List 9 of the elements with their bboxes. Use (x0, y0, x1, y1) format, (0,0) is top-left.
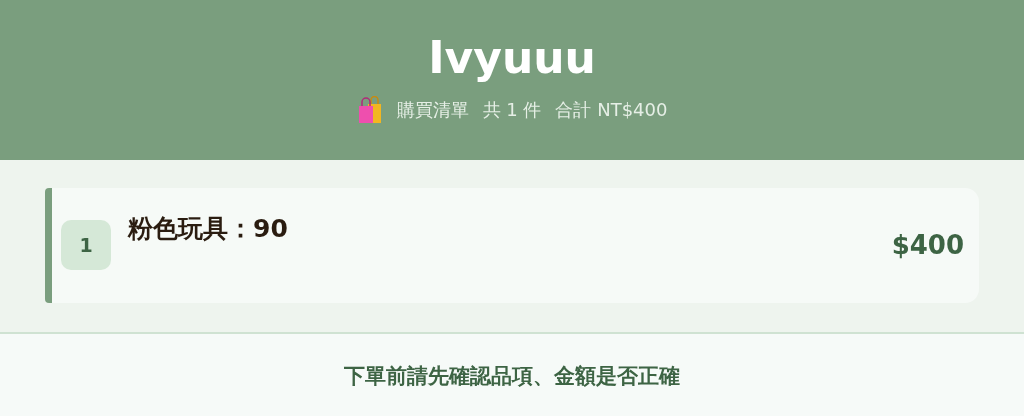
list-label: 購買清單 (396, 98, 469, 122)
confirmation-note: 下單前請先確認品項、金額是否正確 (344, 363, 680, 390)
item-name: 粉色玩具：90 (128, 213, 289, 245)
item-number: 1 (61, 220, 111, 270)
total-amount: 合計 NT$400 (555, 98, 668, 122)
shopping-bags-icon (356, 96, 383, 124)
item-price: $400 (891, 230, 964, 260)
item-count: 共 1 件 (482, 98, 542, 122)
store-name: Ivyuuu (428, 36, 596, 80)
